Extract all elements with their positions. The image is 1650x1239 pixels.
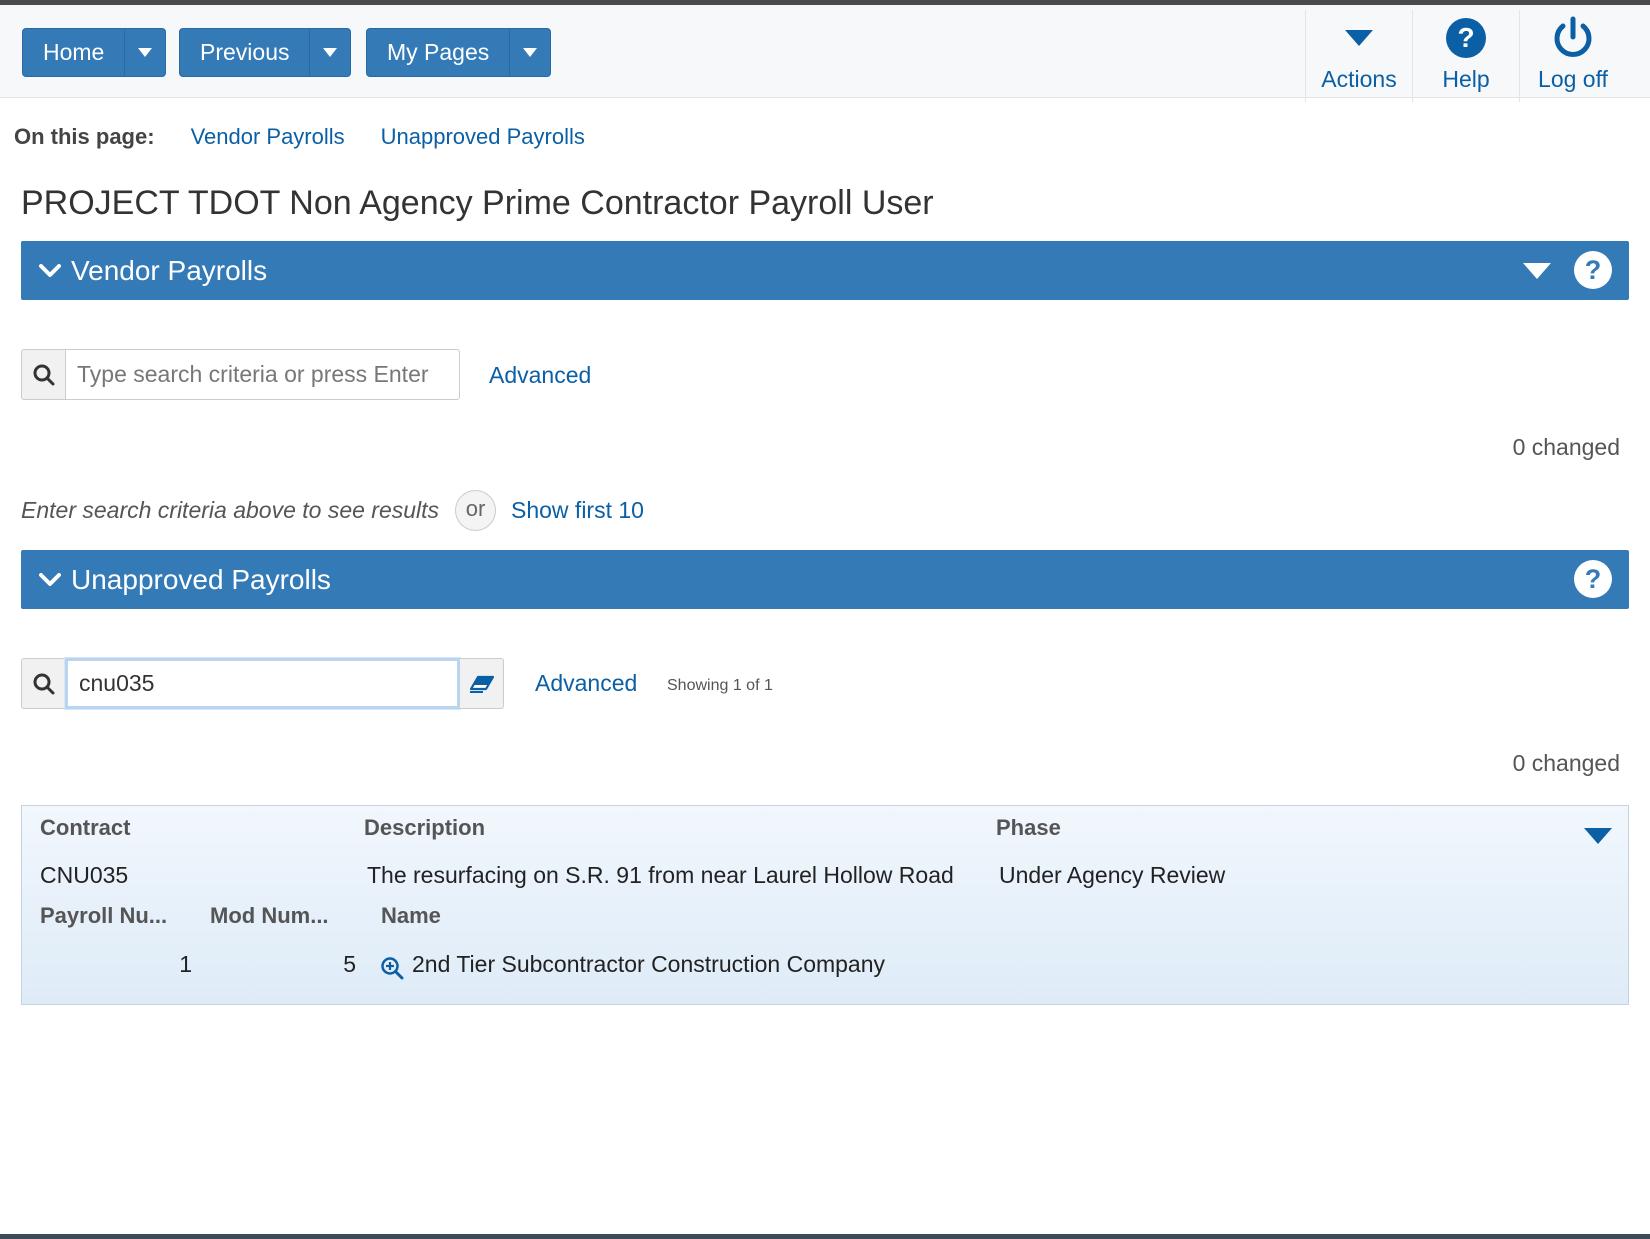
actions-caret-icon (1345, 10, 1373, 66)
search-icon (21, 658, 65, 709)
my-pages-dropdown-button[interactable] (509, 29, 550, 76)
contract-column-header: Contract (40, 815, 131, 840)
section-menu-caret-icon[interactable] (1523, 263, 1551, 279)
showing-count: Showing 1 of 1 (667, 677, 773, 694)
actions-label: Actions (1321, 66, 1397, 92)
caret-down-icon (323, 48, 338, 57)
on-this-page-nav: On this page: Vendor Payrolls Unapproved… (14, 124, 621, 150)
previous-button-group: Previous (179, 28, 352, 77)
home-button[interactable]: Home (23, 29, 124, 76)
page-title: PROJECT TDOT Non Agency Prime Contractor… (21, 184, 934, 222)
clear-search-button[interactable] (460, 658, 504, 709)
payroll-number-column-header: Payroll Nu... (40, 903, 168, 928)
zoom-in-icon[interactable] (380, 956, 404, 980)
previous-button[interactable]: Previous (180, 29, 309, 76)
unapproved-payrolls-search-input[interactable] (65, 658, 460, 709)
search-hint-text: Enter search criteria above to see resul… (21, 497, 440, 523)
vendor-payrolls-title[interactable]: Vendor Payrolls (71, 255, 267, 287)
mod-number-value: 5 (343, 951, 356, 977)
description-value: The resurfacing on S.R. 91 from near Lau… (367, 862, 954, 888)
vendor-payrolls-advanced-link[interactable]: Advanced (489, 362, 591, 389)
eraser-icon (469, 675, 494, 693)
contract-link[interactable]: CNU035 (40, 862, 128, 889)
payroll-number-value: 1 (179, 951, 192, 977)
log-off-button[interactable]: Log off (1519, 10, 1626, 102)
row-menu-caret-icon[interactable] (1584, 828, 1612, 844)
help-icon[interactable]: ? (1573, 250, 1613, 290)
chevron-down-icon[interactable] (39, 263, 61, 278)
help-label: Help (1442, 66, 1490, 92)
vendor-payrolls-search (21, 349, 460, 400)
unapproved-payrolls-changed-count: 0 changed (1512, 750, 1620, 776)
unapproved-payrolls-advanced-link[interactable]: Advanced (535, 670, 637, 697)
footer-divider (0, 1234, 1650, 1239)
show-first-10-link[interactable]: Show first 10 (511, 497, 644, 524)
on-this-page-label: On this page: (14, 124, 155, 149)
help-icon: ? (1445, 10, 1487, 66)
chevron-down-icon[interactable] (39, 572, 61, 587)
or-badge: or (455, 490, 496, 531)
search-icon (21, 349, 65, 400)
mod-number-column-header: Mod Num... (210, 903, 329, 928)
top-navigation-bar: Home Previous My Pages Actions ? Help Lo… (0, 0, 1650, 102)
unapproved-payrolls-search (21, 658, 504, 709)
phase-value: Under Agency Review (999, 862, 1226, 888)
description-column-header: Description (364, 815, 486, 840)
previous-dropdown-button[interactable] (309, 29, 350, 76)
home-button-group: Home (22, 28, 167, 77)
my-pages-button-group: My Pages (366, 28, 552, 77)
name-value: 2nd Tier Subcontractor Construction Comp… (412, 951, 886, 977)
vendor-payrolls-changed-count: 0 changed (1512, 434, 1620, 460)
unapproved-payrolls-title[interactable]: Unapproved Payrolls (71, 564, 331, 596)
caret-down-icon (138, 48, 153, 57)
unapproved-payrolls-results: Contract Description Phase CNU035 The re… (21, 805, 1629, 1005)
vendor-payrolls-search-input[interactable] (65, 349, 460, 400)
vendor-payrolls-section-header: Vendor Payrolls ? (21, 241, 1629, 300)
my-pages-button[interactable]: My Pages (367, 29, 509, 76)
actions-button[interactable]: Actions (1305, 10, 1412, 102)
home-dropdown-button[interactable] (124, 29, 165, 76)
jump-link-vendor-payrolls[interactable]: Vendor Payrolls (191, 124, 345, 150)
svg-text:?: ? (1585, 564, 1602, 594)
svg-text:?: ? (1457, 22, 1474, 53)
power-icon (1552, 10, 1594, 66)
caret-down-icon (523, 48, 538, 57)
jump-link-unapproved-payrolls[interactable]: Unapproved Payrolls (381, 124, 585, 150)
help-button[interactable]: ? Help (1412, 10, 1519, 102)
phase-column-header: Phase (996, 815, 1061, 840)
name-column-header: Name (381, 903, 441, 928)
unapproved-payrolls-section-header: Unapproved Payrolls ? (21, 550, 1629, 609)
log-off-label: Log off (1538, 66, 1608, 92)
svg-text:?: ? (1585, 255, 1602, 285)
help-icon[interactable]: ? (1573, 559, 1613, 599)
